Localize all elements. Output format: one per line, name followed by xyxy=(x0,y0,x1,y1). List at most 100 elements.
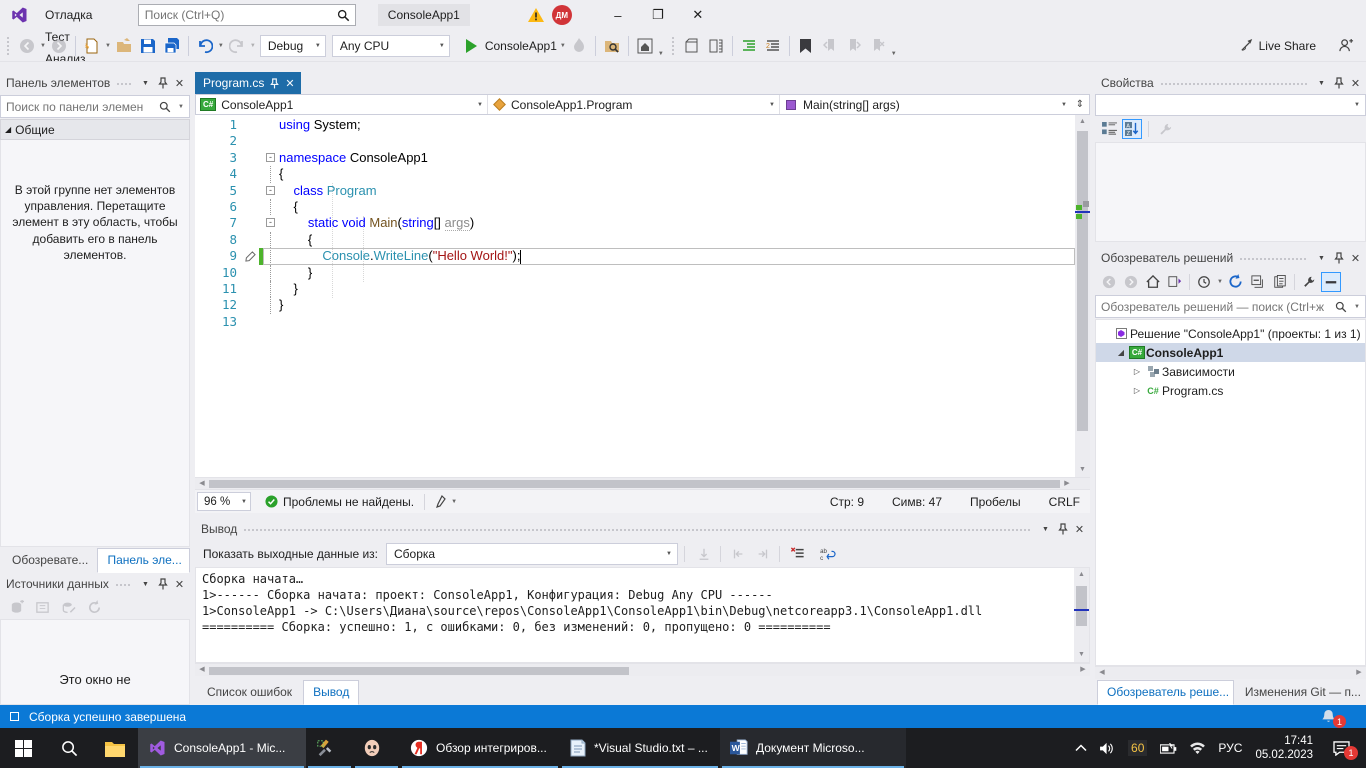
data-sources-menu-icon[interactable]: ▼ xyxy=(137,576,154,593)
editor-split-handle[interactable]: ⇕ xyxy=(1071,95,1089,114)
startup-dropdown-icon[interactable]: ▼ xyxy=(560,43,566,49)
next-message-icon[interactable] xyxy=(752,543,775,565)
scroll-down-icon[interactable]: ▼ xyxy=(1075,463,1090,477)
taskbar-app-isaac-app[interactable] xyxy=(353,728,400,768)
solution-explorer-menu-icon[interactable]: ▼ xyxy=(1313,250,1330,267)
editor-vertical-scrollbar[interactable]: ▲ ▼ xyxy=(1075,115,1090,477)
se-pending-dropdown-icon[interactable]: ▼ xyxy=(1217,279,1223,285)
next-bookmark-icon[interactable] xyxy=(842,34,866,58)
prev-message-icon[interactable] xyxy=(727,543,750,565)
output-scroll-right-icon[interactable]: ▶ xyxy=(1076,664,1090,676)
prev-bookmark-icon[interactable] xyxy=(818,34,842,58)
language-indicator[interactable]: РУС xyxy=(1218,741,1242,755)
tree-item-2[interactable]: ▷Зависимости xyxy=(1096,362,1365,381)
properties-close-icon[interactable]: ✕ xyxy=(1347,75,1364,92)
warning-icon[interactable] xyxy=(528,8,544,22)
save-icon[interactable] xyxy=(136,34,160,58)
startup-project-button[interactable]: ConsoleApp1 xyxy=(485,39,557,53)
left-dock-tab-1[interactable]: Панель эле... xyxy=(97,548,190,573)
taskbar-app-tools-app[interactable] xyxy=(306,728,353,768)
find-message-icon[interactable] xyxy=(693,543,716,565)
scroll-left-icon[interactable]: ◀ xyxy=(195,478,209,490)
type-dropdown[interactable]: ConsoleApp1.Program ▼ xyxy=(488,95,780,114)
properties-menu-icon[interactable]: ▼ xyxy=(1313,75,1330,92)
code-cleanup-icon[interactable] xyxy=(435,495,447,509)
right-dock-tab-0[interactable]: Обозреватель реше... xyxy=(1097,680,1234,705)
output-title-bar[interactable]: Вывод ▼ ✕ xyxy=(195,518,1090,540)
data-sources-title-bar[interactable]: Источники данных ▼ ✕ xyxy=(0,573,190,595)
toolbox-menu-icon[interactable]: ▼ xyxy=(137,75,154,92)
code-line-9[interactable]: 9 Console.WriteLine("Hello World!"); xyxy=(195,248,1075,264)
new-item-icon[interactable] xyxy=(680,34,704,58)
new-project-icon[interactable] xyxy=(80,34,104,58)
restore-button[interactable]: ❐ xyxy=(638,0,678,30)
editor-horizontal-scrollbar[interactable]: ◀ ▶ xyxy=(195,477,1090,489)
undo-dropdown-icon[interactable]: ▼ xyxy=(218,43,224,49)
solution-search-box[interactable]: ▼ xyxy=(1095,295,1366,318)
file-explorer-button[interactable] xyxy=(92,728,138,768)
bookmark-icon[interactable] xyxy=(794,34,818,58)
status-spaces[interactable]: Пробелы xyxy=(970,495,1021,509)
navigate-back-icon[interactable] xyxy=(15,34,39,58)
fold-margin[interactable]: - xyxy=(263,150,279,166)
new-project-dropdown-icon[interactable]: ▼ xyxy=(105,43,111,49)
taskbar-app-yandex-browser[interactable]: Обзор интегриров... xyxy=(400,728,560,768)
tab-program-cs[interactable]: Program.cs ✕ xyxy=(195,72,301,94)
code-line-11[interactable]: 11 } xyxy=(195,281,1075,297)
code-line-13[interactable]: 13 xyxy=(195,314,1075,330)
search-icon[interactable] xyxy=(337,9,355,22)
code-line-8[interactable]: 8 { xyxy=(195,232,1075,248)
solution-explorer-pin-icon[interactable] xyxy=(1330,250,1347,267)
wifi-icon[interactable] xyxy=(1190,742,1205,754)
volume-icon[interactable] xyxy=(1100,742,1115,755)
toolbox-search-input[interactable] xyxy=(1,100,159,114)
solution-explorer-title-bar[interactable]: Обозреватель решений ▼ ✕ xyxy=(1095,247,1366,269)
code-line-7[interactable]: 7- static void Main(string[] args) xyxy=(195,215,1075,231)
menu-item-6[interactable]: Отладка xyxy=(36,4,124,26)
properties-pin-icon[interactable] xyxy=(1330,75,1347,92)
toolbox-search-dropdown-icon[interactable]: ▼ xyxy=(178,104,188,110)
redo-icon[interactable] xyxy=(225,34,249,58)
battery-percent-indicator[interactable]: 60 xyxy=(1128,740,1147,756)
tab-pin-icon[interactable] xyxy=(270,78,279,89)
h-scrollbar-thumb[interactable] xyxy=(209,480,1060,488)
toolbar-grip[interactable] xyxy=(6,36,11,56)
minimize-button[interactable]: – xyxy=(598,0,638,30)
collapse-box-icon[interactable]: - xyxy=(266,153,275,162)
code-cleanup-dropdown-icon[interactable]: ▼ xyxy=(451,499,457,505)
add-data-source-icon[interactable] xyxy=(6,597,26,617)
toolbox-search-icon[interactable] xyxy=(159,101,177,113)
alphabetical-sort-icon[interactable]: AZ xyxy=(1122,119,1142,139)
se-pending-changes-icon[interactable] xyxy=(1194,272,1214,292)
tree-item-1[interactable]: ◢C#ConsoleApp1 xyxy=(1096,343,1365,362)
fold-margin[interactable]: - xyxy=(263,215,279,231)
toolbox-group-general[interactable]: ◢ Общие xyxy=(0,119,190,140)
notifications-bell-icon[interactable]: 1 xyxy=(1321,709,1336,724)
se-home-icon[interactable] xyxy=(1143,272,1163,292)
configure-data-source-icon[interactable] xyxy=(32,597,52,617)
user-avatar[interactable]: ДМ xyxy=(552,5,572,25)
output-log[interactable]: Сборка начата…1>------ Сборка начата: пр… xyxy=(195,567,1090,663)
scrollbar-thumb[interactable] xyxy=(1077,131,1088,431)
start-debug-icon[interactable] xyxy=(459,34,483,58)
code-line-5[interactable]: 5- class Program xyxy=(195,183,1075,199)
code-editor[interactable]: 1using System;23-namespace ConsoleApp14{… xyxy=(195,115,1090,477)
se-refresh-icon[interactable] xyxy=(1226,272,1246,292)
code-line-4[interactable]: 4{ xyxy=(195,166,1075,182)
se-switch-views-icon[interactable] xyxy=(1165,272,1185,292)
se-forward-icon[interactable] xyxy=(1121,272,1141,292)
tab-close-icon[interactable]: ✕ xyxy=(285,77,294,90)
output-menu-icon[interactable]: ▼ xyxy=(1037,521,1054,538)
zoom-combobox[interactable]: 96 %▼ xyxy=(197,492,251,511)
data-sources-close-icon[interactable]: ✕ xyxy=(171,576,188,593)
save-all-icon[interactable] xyxy=(160,34,184,58)
properties-title-bar[interactable]: Свойства ▼ ✕ xyxy=(1095,72,1366,94)
search-input[interactable] xyxy=(139,8,337,22)
expanded-arrow-icon[interactable]: ◢ xyxy=(1114,348,1128,357)
redo-dropdown-icon[interactable]: ▼ xyxy=(250,43,256,49)
hot-reload-icon[interactable] xyxy=(567,34,591,58)
collapse-box-icon[interactable]: - xyxy=(266,186,275,195)
collapsed-arrow-icon[interactable]: ▷ xyxy=(1130,367,1144,376)
taskbar-search-button[interactable] xyxy=(46,728,92,768)
word-wrap-icon[interactable]: abc xyxy=(817,543,840,565)
